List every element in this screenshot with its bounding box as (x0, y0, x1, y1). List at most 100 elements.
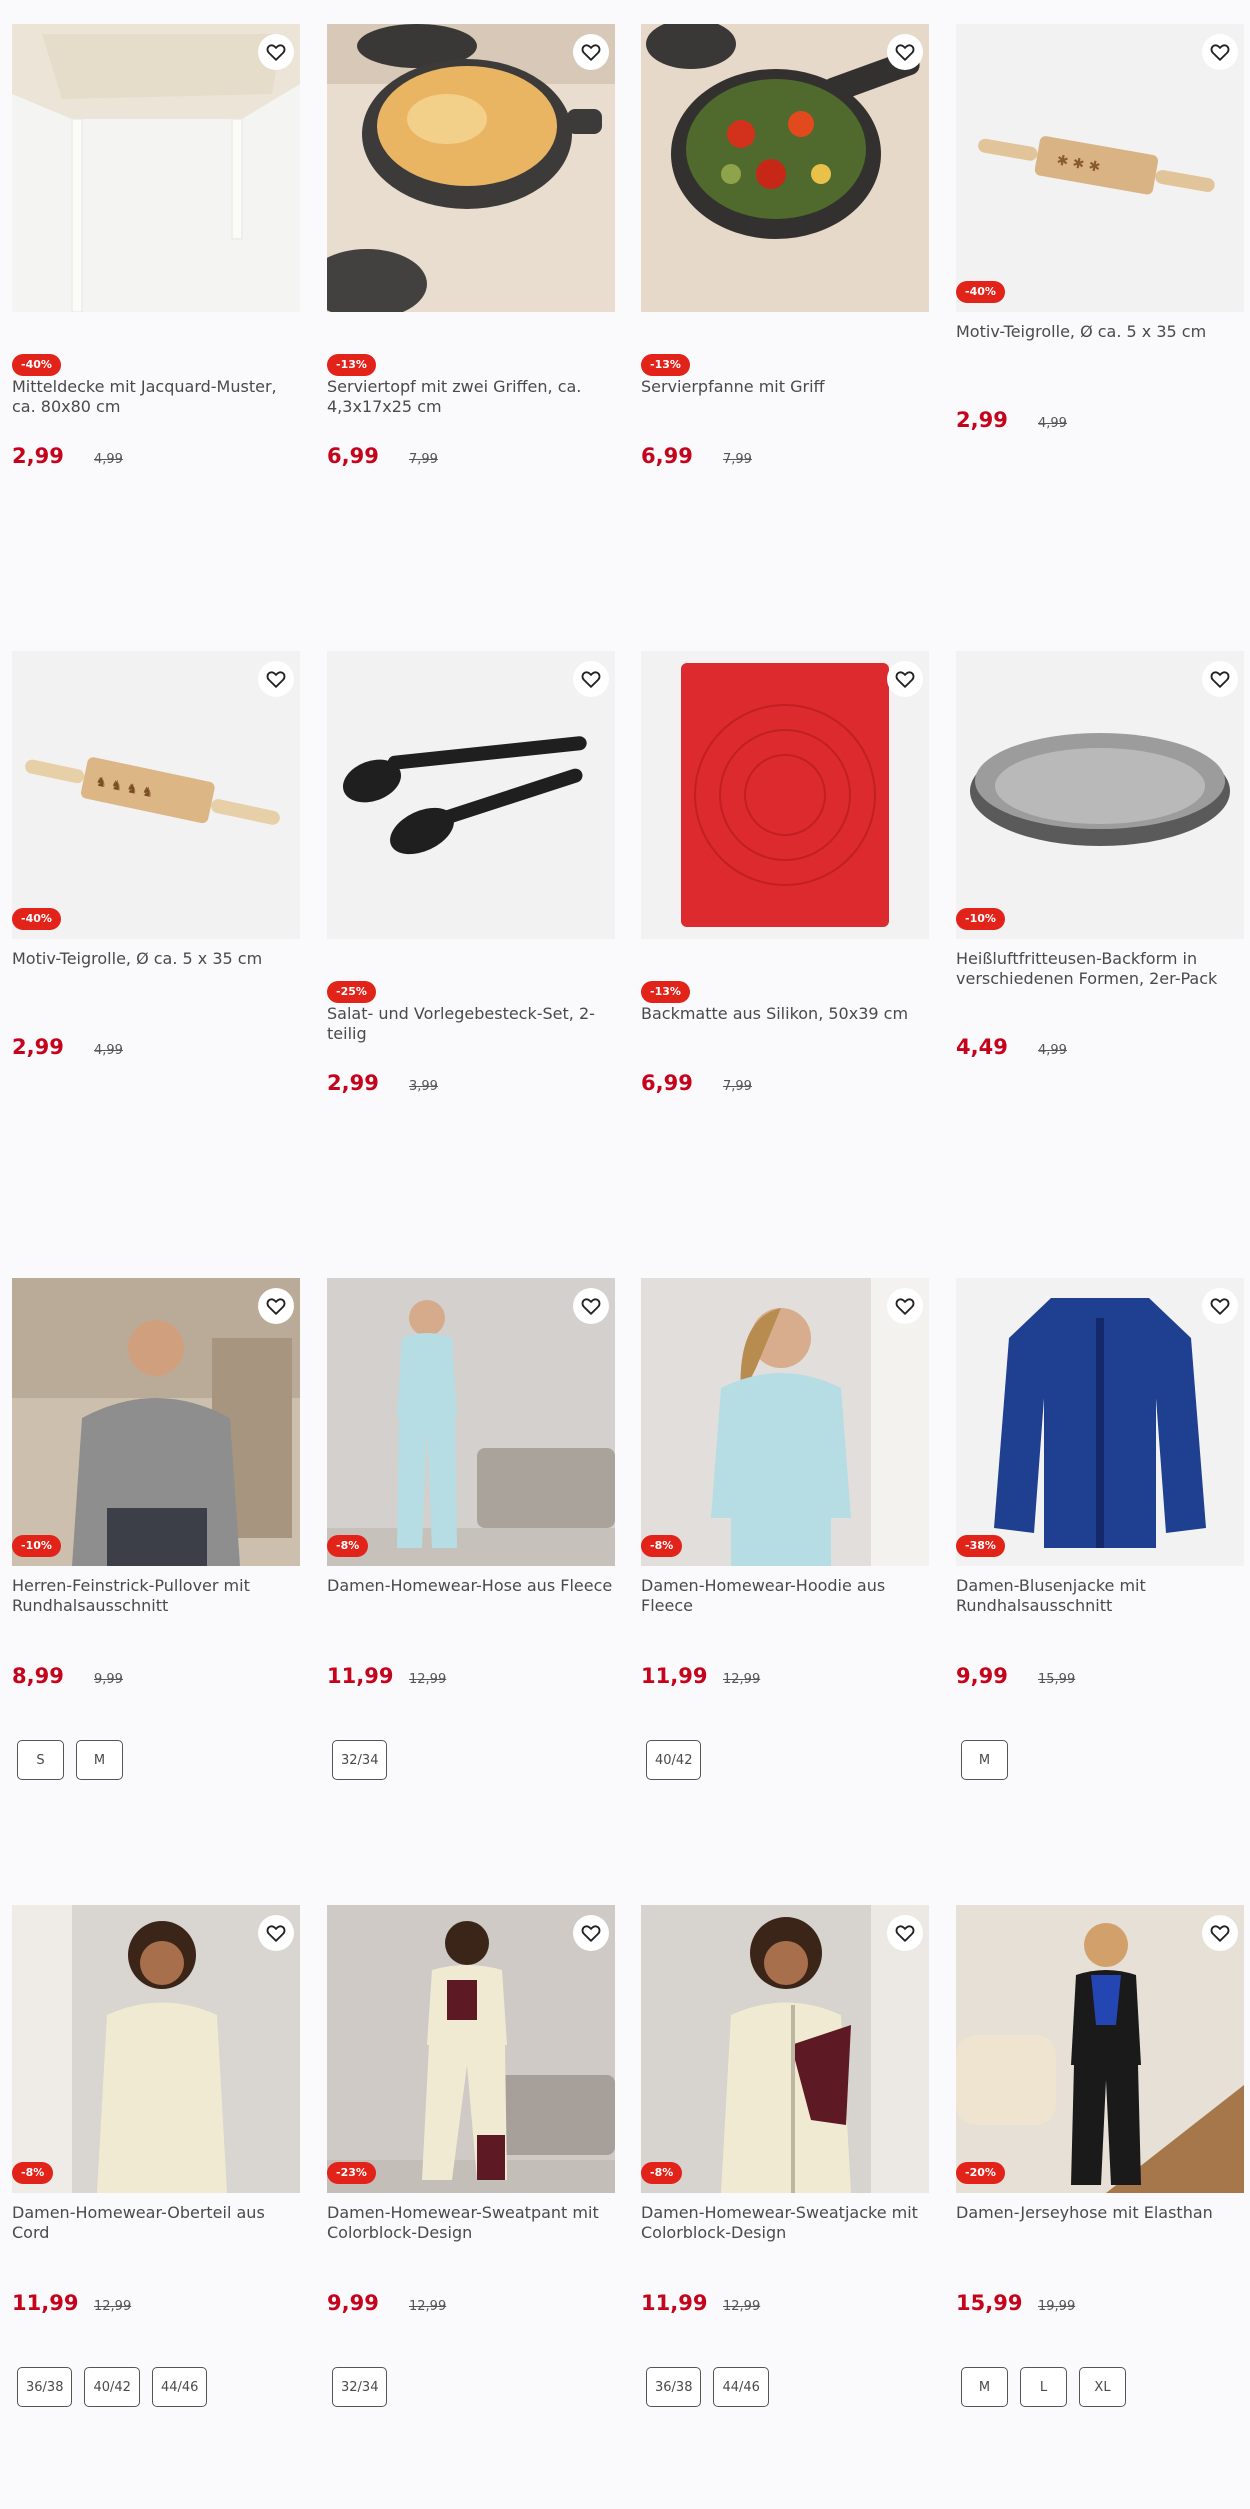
product-title[interactable]: Damen-Blusenjacke mit Rundhalsausschnitt (956, 1576, 1244, 1616)
favorite-button[interactable] (258, 1915, 294, 1951)
size-option-xl[interactable]: XL (1079, 2367, 1126, 2407)
size-option-36-38[interactable]: 36/38 (17, 2367, 73, 2407)
product-price: 6,99 (327, 444, 379, 468)
product-image[interactable]: -8% (641, 1905, 929, 2193)
favorite-button[interactable] (1202, 1288, 1238, 1324)
heart-outline-icon (1210, 671, 1230, 688)
product-title[interactable]: Damen-Homewear-Sweatjacke mit Colorblock… (641, 2203, 929, 2243)
product-card[interactable]: -10% Heißluftfritteusen-Backform in vers… (956, 651, 1244, 1251)
woman-fleece-hoodie-image (641, 1278, 929, 1566)
product-image[interactable]: -10% (12, 1278, 300, 1566)
size-option-36-38[interactable]: 36/38 (646, 2367, 702, 2407)
size-options: M (961, 1740, 1008, 1780)
product-card[interactable]: -40% Mitteldecke mit Jacquard-Muster, ca… (12, 24, 300, 624)
discount-badge: -40% (956, 281, 1005, 303)
product-title[interactable]: Motiv-Teigrolle, Ø ca. 5 x 35 cm (956, 322, 1244, 342)
favorite-button[interactable] (258, 1288, 294, 1324)
size-option-m[interactable]: M (961, 1740, 1008, 1780)
woman-colorblock-jacket-image (641, 1905, 929, 2193)
product-card[interactable]: ♞ ♞ ♞ ♞ -40% Motiv-Teigrolle, Ø ca. 5 x … (12, 651, 300, 1251)
casserole-pot-image (327, 24, 615, 312)
product-card[interactable]: -8% Damen-Homewear-Hose aus Fleece 11,99… (327, 1278, 615, 1878)
product-title[interactable]: Damen-Homewear-Hose aus Fleece (327, 1576, 615, 1596)
original-price: 12,99 (409, 1672, 447, 1687)
product-image[interactable]: -8% (327, 1278, 615, 1566)
product-title[interactable]: Herren-Feinstrick-Pullover mit Rundhalsa… (12, 1576, 300, 1616)
favorite-button[interactable] (887, 1915, 923, 1951)
heart-outline-icon (266, 1298, 286, 1315)
product-image[interactable]: ♞ ♞ ♞ ♞ -40% (12, 651, 300, 939)
original-price: 3,99 (409, 1079, 438, 1094)
size-option-32-34[interactable]: 32/34 (332, 1740, 388, 1780)
product-image[interactable] (327, 24, 615, 312)
favorite-button[interactable] (258, 34, 294, 70)
product-price: 9,99 (956, 1664, 1008, 1688)
size-option-32-34[interactable]: 32/34 (332, 2367, 388, 2407)
product-card[interactable]: ✱ ✱ ✱ -40% Motiv-Teigrolle, Ø ca. 5 x 35… (956, 24, 1244, 624)
favorite-button[interactable] (573, 34, 609, 70)
product-card[interactable]: -38% Damen-Blusenjacke mit Rundhalsaussc… (956, 1278, 1244, 1878)
product-card[interactable]: -20% Damen-Jerseyhose mit Elasthan 15,99… (956, 1905, 1244, 2505)
product-card[interactable]: -13% Serviertopf mit zwei Griffen, ca. 4… (327, 24, 615, 624)
product-image[interactable] (641, 24, 929, 312)
product-image[interactable]: -10% (956, 651, 1244, 939)
product-title[interactable]: Salat- und Vorlegebesteck-Set, 2-teilig (327, 1004, 615, 1044)
size-option-44-46[interactable]: 44/46 (151, 2367, 208, 2407)
size-option-m[interactable]: M (76, 1740, 123, 1780)
product-price: 4,49 (956, 1035, 1008, 1059)
product-image[interactable] (12, 24, 300, 312)
product-card[interactable]: -13% Servierpfanne mit Griff 6,99 7,99 (641, 24, 929, 624)
favorite-button[interactable] (573, 1288, 609, 1324)
product-card[interactable]: -10% Herren-Feinstrick-Pullover mit Rund… (12, 1278, 300, 1878)
discount-badge: -10% (956, 908, 1005, 930)
product-image[interactable]: -20% (956, 1905, 1244, 2193)
product-card[interactable]: -13% Backmatte aus Silikon, 50x39 cm 6,9… (641, 651, 929, 1251)
favorite-button[interactable] (573, 1915, 609, 1951)
heart-outline-icon (266, 44, 286, 61)
product-image[interactable]: ✱ ✱ ✱ -40% (956, 24, 1244, 312)
product-card[interactable]: -8% Damen-Homewear-Sweatjacke mit Colorb… (641, 1905, 929, 2505)
size-options: S M (17, 1740, 123, 1780)
product-image[interactable]: -8% (641, 1278, 929, 1566)
product-card[interactable]: -8% Damen-Homewear-Hoodie aus Fleece 11,… (641, 1278, 929, 1878)
favorite-button[interactable] (1202, 34, 1238, 70)
size-option-40-42[interactable]: 40/42 (84, 2367, 140, 2407)
size-option-40-42[interactable]: 40/42 (646, 1740, 702, 1780)
favorite-button[interactable] (887, 34, 923, 70)
favorite-button[interactable] (887, 1288, 923, 1324)
product-title[interactable]: Damen-Homewear-Oberteil aus Cord (12, 2203, 300, 2243)
heart-outline-icon (266, 671, 286, 688)
product-title[interactable]: Servierpfanne mit Griff (641, 377, 929, 397)
product-title[interactable]: Damen-Jerseyhose mit Elasthan (956, 2203, 1244, 2223)
product-card[interactable]: -23% Damen-Homewear-Sweatpant mit Colorb… (327, 1905, 615, 2505)
discount-badge: -40% (12, 354, 61, 376)
original-price: 12,99 (409, 2299, 447, 2314)
size-option-s[interactable]: S (17, 1740, 64, 1780)
product-image[interactable]: -8% (12, 1905, 300, 2193)
favorite-button[interactable] (1202, 1915, 1238, 1951)
product-title[interactable]: Motiv-Teigrolle, Ø ca. 5 x 35 cm (12, 949, 300, 969)
product-image[interactable] (641, 651, 929, 939)
favorite-button[interactable] (573, 661, 609, 697)
woman-jersey-pants-image (956, 1905, 1244, 2193)
product-image[interactable]: -23% (327, 1905, 615, 2193)
size-option-l[interactable]: L (1020, 2367, 1067, 2407)
product-title[interactable]: Heißluftfritteusen-Backform in verschied… (956, 949, 1244, 989)
product-title[interactable]: Mitteldecke mit Jacquard-Muster, ca. 80x… (12, 377, 300, 417)
discount-badge: -20% (956, 2162, 1005, 2184)
product-card[interactable]: -25% Salat- und Vorlegebesteck-Set, 2-te… (327, 651, 615, 1251)
product-image[interactable] (327, 651, 615, 939)
product-title[interactable]: Backmatte aus Silikon, 50x39 cm (641, 1004, 929, 1024)
product-image[interactable]: -38% (956, 1278, 1244, 1566)
favorite-button[interactable] (887, 661, 923, 697)
product-card[interactable]: -8% Damen-Homewear-Oberteil aus Cord 11,… (12, 1905, 300, 2505)
favorite-button[interactable] (1202, 661, 1238, 697)
heart-outline-icon (895, 1298, 915, 1315)
size-option-44-46[interactable]: 44/46 (713, 2367, 769, 2407)
favorite-button[interactable] (258, 661, 294, 697)
product-title[interactable]: Damen-Homewear-Hoodie aus Fleece (641, 1576, 929, 1616)
size-option-m[interactable]: M (961, 2367, 1008, 2407)
product-title[interactable]: Damen-Homewear-Sweatpant mit Colorblock-… (327, 2203, 615, 2243)
product-title[interactable]: Serviertopf mit zwei Griffen, ca. 4,3x17… (327, 377, 615, 417)
product-price: 2,99 (12, 444, 64, 468)
